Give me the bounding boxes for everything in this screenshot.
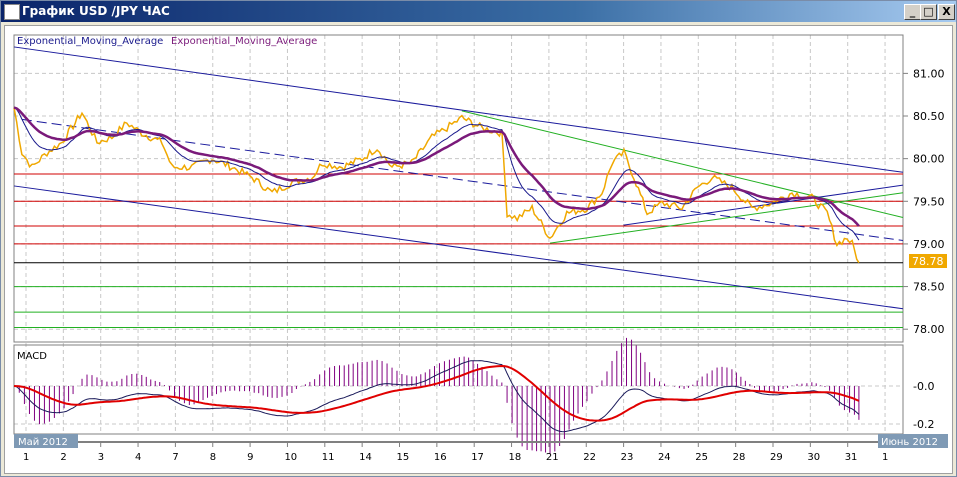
macd-tick-label: -0.0 bbox=[913, 380, 934, 393]
time-tick-label: 16 bbox=[434, 452, 447, 463]
chart-panel[interactable]: Exponential_Moving_Average Exponential_M… bbox=[4, 25, 953, 474]
maximize-button[interactable]: □ bbox=[920, 4, 937, 20]
time-tick-label: 24 bbox=[658, 452, 671, 463]
price-tick-label: 79.50 bbox=[913, 195, 945, 208]
time-tick-label: 30 bbox=[807, 452, 820, 463]
price-tick-label: 78.50 bbox=[913, 281, 945, 294]
time-tick-label: 3 bbox=[98, 452, 104, 463]
price-tick-label: 80.00 bbox=[913, 153, 945, 166]
minimize-button[interactable]: _ bbox=[904, 4, 921, 20]
chart-icon bbox=[4, 4, 20, 20]
window-title: График USD /JPY ЧАС bbox=[22, 4, 170, 18]
legend-macd: MACD bbox=[17, 351, 47, 362]
time-tick-label: 25 bbox=[695, 452, 708, 463]
time-tick-label: 29 bbox=[770, 452, 783, 463]
time-tick-label: 9 bbox=[247, 452, 253, 463]
chart-canvas[interactable]: Exponential_Moving_Average Exponential_M… bbox=[5, 26, 952, 473]
time-tick-label: 11 bbox=[322, 452, 335, 463]
legend-ema-slow: Exponential_Moving_Average bbox=[171, 36, 317, 47]
trendline-channel-upper bbox=[13, 46, 904, 173]
time-tick-label: 2 bbox=[60, 452, 66, 463]
price-pane-border bbox=[13, 34, 904, 343]
chart-window: График USD /JPY ЧАС _ □ X Exponential_Mo… bbox=[0, 0, 957, 477]
price-tick-label: 79.00 bbox=[913, 238, 945, 251]
time-tick-label: 8 bbox=[210, 452, 216, 463]
time-tick-label: 7 bbox=[172, 452, 178, 463]
month-label-start: Май 2012 bbox=[18, 437, 68, 448]
last-price-value: 78.78 bbox=[912, 255, 944, 268]
price-tick-label: 81.00 bbox=[913, 67, 945, 80]
title-bar[interactable]: График USD /JPY ЧАС _ □ X bbox=[1, 1, 956, 22]
time-tick-label: 4 bbox=[135, 452, 141, 463]
time-tick-label: 1 bbox=[23, 452, 29, 463]
month-label-end: Июнь 2012 bbox=[881, 437, 938, 448]
time-tick-label: 28 bbox=[733, 452, 746, 463]
macd-tick-label: -0.2 bbox=[913, 418, 934, 431]
time-tick-label: 15 bbox=[397, 452, 410, 463]
time-tick-label: 31 bbox=[845, 452, 858, 463]
ema-slow-line bbox=[13, 106, 860, 227]
time-tick-label: 22 bbox=[583, 452, 596, 463]
time-tick-label: 1 bbox=[882, 452, 888, 463]
price-tick-label: 80.50 bbox=[913, 110, 945, 123]
time-tick-label: 10 bbox=[284, 452, 297, 463]
legend-ema-fast: Exponential_Moving_Average bbox=[17, 36, 163, 47]
time-tick-label: 17 bbox=[471, 452, 484, 463]
time-tick-label: 23 bbox=[621, 452, 634, 463]
close-button[interactable]: X bbox=[938, 4, 955, 20]
time-tick-label: 14 bbox=[359, 452, 372, 463]
time-tick-label: 18 bbox=[509, 452, 522, 463]
price-tick-label: 78.00 bbox=[913, 323, 945, 336]
time-tick-label: 21 bbox=[546, 452, 559, 463]
